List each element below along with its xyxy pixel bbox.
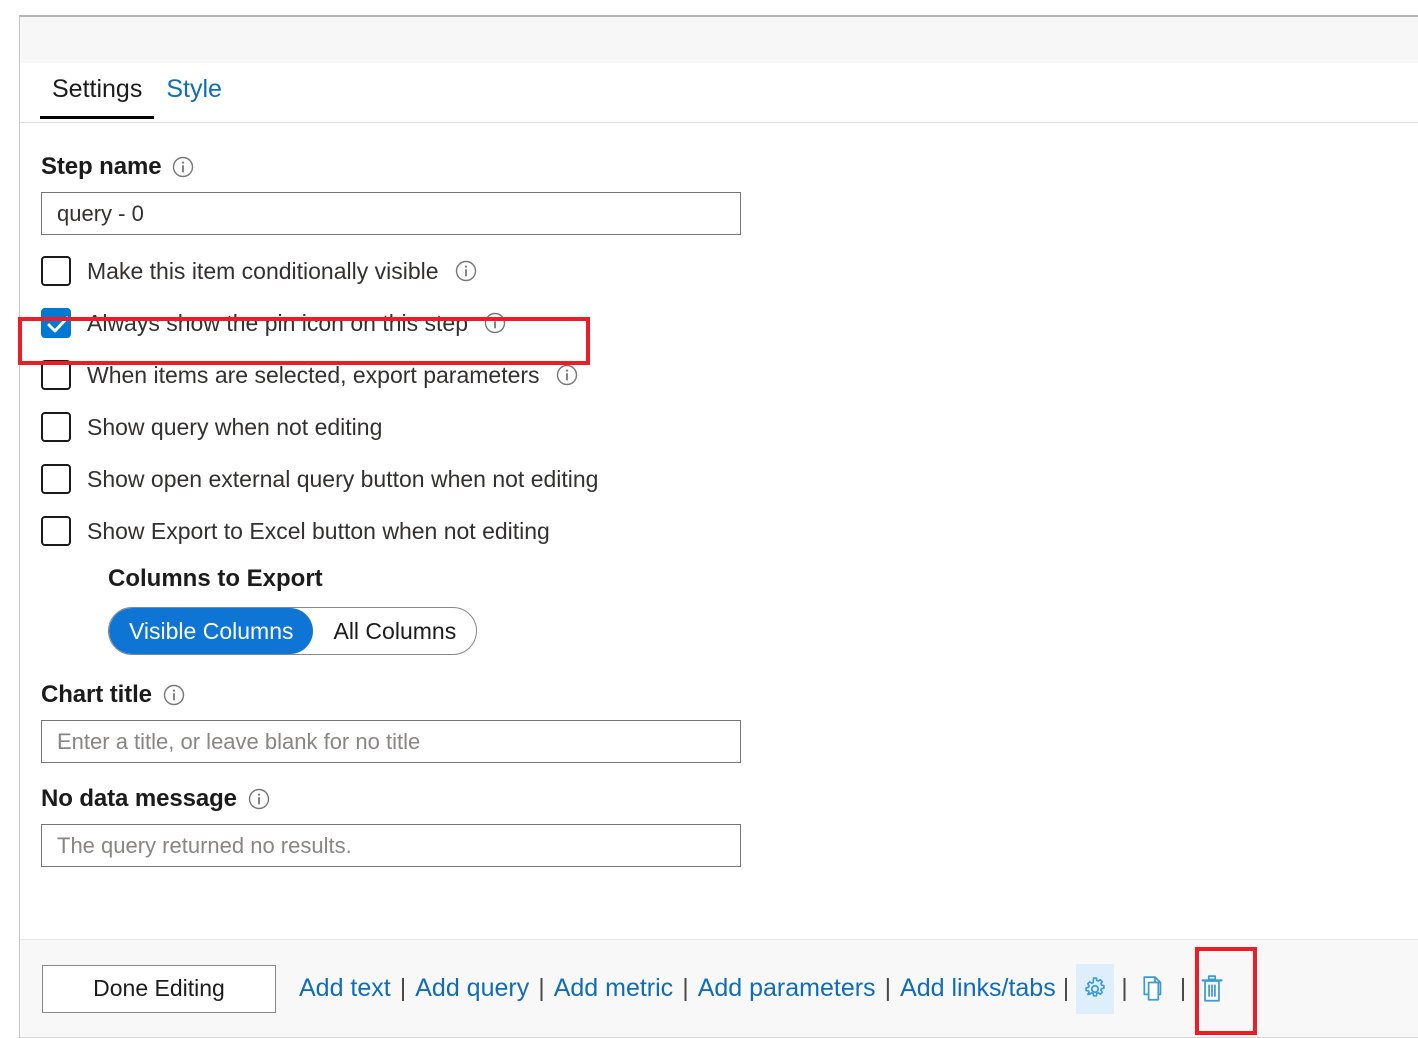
info-icon[interactable] [484, 312, 506, 334]
query-step-editor-panel: Settings Style Step name [19, 15, 1418, 1038]
columns-to-export-section: Columns to Export Visible Columns All Co… [20, 565, 1418, 655]
link-separator: | [391, 974, 416, 1003]
add-metric-link[interactable]: Add metric [554, 974, 673, 1003]
checkbox-conditionally-visible[interactable] [41, 256, 71, 286]
step-name-label: Step name [41, 153, 161, 181]
add-parameters-link[interactable]: Add parameters [698, 974, 876, 1003]
copy-icon[interactable] [1135, 964, 1173, 1014]
step-name-label-row: Step name [41, 153, 1418, 181]
info-icon[interactable] [455, 260, 477, 282]
columns-to-export-title: Columns to Export [108, 565, 1418, 593]
chart-title-label-row: Chart title [41, 681, 1418, 709]
checkbox-show-query-when-not-editing[interactable] [41, 412, 71, 442]
settings-panel-body: Step name Make this item conditionally v… [20, 123, 1418, 939]
done-editing-button[interactable]: Done Editing [42, 965, 276, 1013]
link-separator: | [1056, 974, 1077, 1003]
checkbox-label-export-parameters: When items are selected, export paramete… [87, 362, 540, 389]
toggle-option-all-columns[interactable]: All Columns [313, 608, 476, 654]
checkbox-row-export-parameters[interactable]: When items are selected, export paramete… [41, 349, 1418, 401]
chart-title-input[interactable] [41, 720, 741, 763]
link-separator: | [673, 974, 698, 1003]
link-separator: | [1114, 974, 1135, 1003]
checkbox-row-show-query-when-not-editing[interactable]: Show query when not editing [41, 401, 1418, 453]
gear-icon[interactable] [1076, 964, 1114, 1014]
tab-bar: Settings Style [20, 63, 1418, 123]
panel-top-strip [20, 17, 1418, 63]
checkbox-show-open-external-query-button[interactable] [41, 464, 71, 494]
checkbox-label-always-show-pin-icon: Always show the pin icon on this step [87, 310, 468, 337]
chart-title-label: Chart title [41, 681, 152, 709]
tab-settings[interactable]: Settings [40, 63, 154, 118]
tab-settings-label: Settings [52, 75, 142, 103]
checkbox-label-show-open-external-query-button: Show open external query button when not… [87, 466, 598, 493]
tab-style-label: Style [166, 75, 222, 103]
info-icon[interactable] [556, 364, 578, 386]
step-name-field-group: Step name [20, 153, 1418, 235]
info-icon[interactable] [172, 156, 194, 178]
checkbox-row-show-export-to-excel-button[interactable]: Show Export to Excel button when not edi… [41, 505, 1418, 557]
checkbox-label-conditionally-visible: Make this item conditionally visible [87, 258, 439, 285]
no-data-message-input[interactable] [41, 824, 741, 867]
checkbox-show-export-to-excel-button[interactable] [41, 516, 71, 546]
no-data-message-field-group: No data message [20, 785, 1418, 867]
link-separator: | [529, 974, 554, 1003]
add-links-tabs-link[interactable]: Add links/tabs [900, 974, 1056, 1003]
columns-to-export-toggle[interactable]: Visible Columns All Columns [108, 607, 477, 655]
no-data-message-label: No data message [41, 785, 237, 813]
add-text-link[interactable]: Add text [299, 974, 391, 1003]
add-query-link[interactable]: Add query [415, 974, 529, 1003]
checkbox-row-conditionally-visible[interactable]: Make this item conditionally visible [41, 245, 1418, 297]
checkbox-export-parameters[interactable] [41, 360, 71, 390]
chart-title-field-group: Chart title [20, 681, 1418, 763]
tab-style[interactable]: Style [154, 63, 234, 118]
toggle-option-visible-columns[interactable]: Visible Columns [109, 608, 313, 654]
link-separator: | [876, 974, 901, 1003]
checkbox-label-show-export-to-excel-button: Show Export to Excel button when not edi… [87, 518, 550, 545]
trash-icon[interactable] [1193, 964, 1231, 1014]
no-data-message-label-row: No data message [41, 785, 1418, 813]
checkbox-label-show-query-when-not-editing: Show query when not editing [87, 414, 382, 441]
link-separator: | [1173, 974, 1194, 1003]
checkbox-always-show-pin-icon[interactable] [41, 308, 71, 338]
info-icon[interactable] [248, 788, 270, 810]
options-checkbox-list: Make this item conditionally visible Alw… [20, 245, 1418, 557]
editor-footer-toolbar: Done Editing Add text | Add query | Add … [20, 939, 1418, 1038]
step-name-input[interactable] [41, 192, 741, 235]
checkbox-row-show-open-external-query-button[interactable]: Show open external query button when not… [41, 453, 1418, 505]
info-icon[interactable] [163, 684, 185, 706]
footer-action-links: Add text | Add query | Add metric | Add … [299, 964, 1231, 1014]
checkbox-row-always-show-pin-icon[interactable]: Always show the pin icon on this step [41, 297, 1418, 349]
